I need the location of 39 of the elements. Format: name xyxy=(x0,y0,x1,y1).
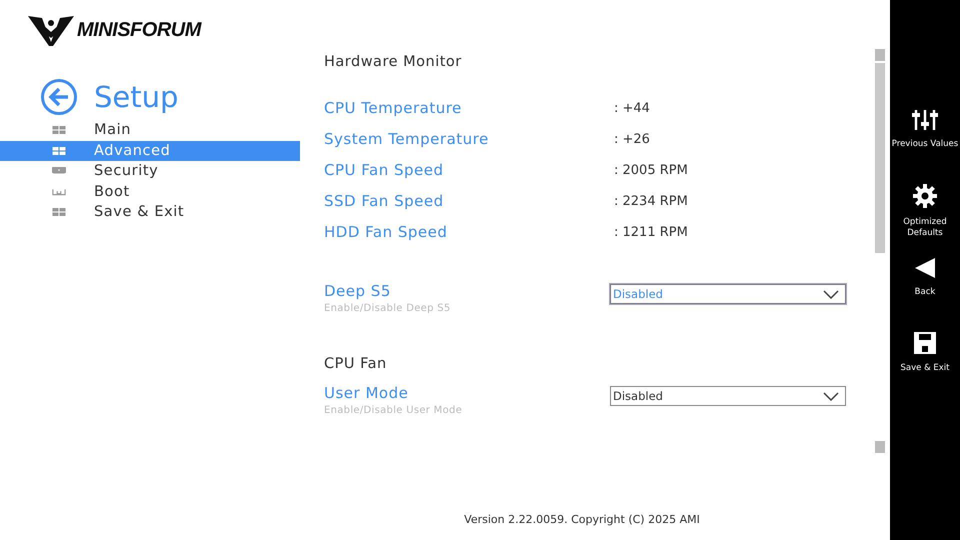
section-title: Hardware Monitor xyxy=(324,54,463,70)
setting-help-text: Enable/Disable User Mode xyxy=(324,405,462,416)
setting-label: User Mode xyxy=(324,384,410,402)
reading-value: : +44 xyxy=(614,100,650,116)
reading-value: : 1211 RPM xyxy=(614,224,688,240)
scrollbar-thumb[interactable] xyxy=(875,63,885,253)
setting-label: Deep S5 xyxy=(324,282,392,300)
group-heading: CPU Fan xyxy=(324,356,388,372)
menu-item[interactable]: Security xyxy=(0,161,300,182)
grid-icon xyxy=(52,126,66,134)
reading-label: CPU Temperature xyxy=(324,99,463,117)
boot-icon xyxy=(52,188,66,196)
logo-icon xyxy=(28,14,74,46)
brand-logo-text: MINISFORUM xyxy=(77,18,201,42)
chevron-down-icon xyxy=(823,290,839,298)
sliders-icon xyxy=(912,110,938,130)
chevron-down-icon xyxy=(823,392,839,400)
menu-item[interactable]: Main xyxy=(0,120,300,140)
action-button[interactable]: Optimized Defaults xyxy=(891,184,959,242)
save-icon xyxy=(914,332,936,354)
reading-label: System Temperature xyxy=(324,130,490,148)
grid-icon xyxy=(52,146,66,155)
setup-title: Setup xyxy=(94,80,178,114)
version-footer: Version 2.22.0059. Copyright (C) 2025 AMI xyxy=(324,513,870,526)
reading-value: : +26 xyxy=(614,132,650,146)
reading-label: HDD Fan Speed xyxy=(324,223,448,241)
reading-value: : 2005 RPM xyxy=(614,162,688,178)
grid-icon xyxy=(52,208,66,216)
reading-label: SSD Fan Speed xyxy=(324,192,445,210)
setting-help-text: Enable/Disable Deep S5 xyxy=(324,303,451,314)
reading-value: : 2234 RPM xyxy=(614,194,688,208)
back-triangle-icon xyxy=(915,258,935,278)
dropdown[interactable]: Disabled xyxy=(610,386,846,406)
action-button[interactable]: Back xyxy=(891,258,959,316)
menu-item[interactable]: Boot xyxy=(0,182,300,202)
action-button[interactable]: Save & Exit xyxy=(891,332,959,390)
action-button[interactable]: Previous Values xyxy=(891,110,959,168)
reading-label: CPU Fan Speed xyxy=(324,161,445,179)
menu-item[interactable]: Save & Exit xyxy=(0,202,300,222)
